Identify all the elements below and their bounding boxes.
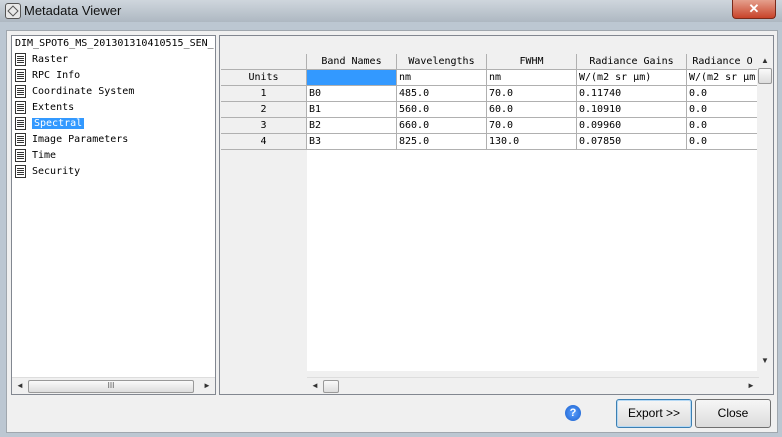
row-header[interactable]: 2 <box>221 102 307 118</box>
scroll-left-icon[interactable]: ◄ <box>15 381 25 391</box>
tree-item-raster[interactable]: Raster <box>12 52 215 68</box>
scroll-right-icon[interactable]: ► <box>746 381 756 391</box>
document-icon <box>15 116 26 130</box>
grid-corner <box>221 54 307 70</box>
row-header[interactable]: 1 <box>221 86 307 102</box>
tree-item-label: Security <box>32 166 81 177</box>
document-icon <box>15 52 26 66</box>
tree-item-label: Coordinate System <box>32 86 135 97</box>
table-cell[interactable]: 0.10910 <box>577 102 687 118</box>
table-cell[interactable]: 70.0 <box>487 86 577 102</box>
table-cell[interactable]: 0.07850 <box>577 134 687 150</box>
tree-item-time[interactable]: Time <box>12 148 215 164</box>
table-cell[interactable]: 0.09960 <box>577 118 687 134</box>
scroll-down-icon[interactable]: ▼ <box>760 356 770 366</box>
tree-item-security[interactable]: Security <box>12 164 215 180</box>
grid-vertical-scrollbar[interactable]: ▲ ▼ <box>757 54 773 372</box>
table-cell[interactable]: 60.0 <box>487 102 577 118</box>
app-icon <box>5 3 21 19</box>
tree-item-label: RPC Info <box>32 70 81 81</box>
document-icon <box>15 68 26 82</box>
tree-item-label: Time <box>32 150 57 161</box>
metadata-tree: DIM_SPOT6_MS_201301310410515_SEN_ Raster… <box>11 35 216 395</box>
tree-item-rpc-info[interactable]: RPC Info <box>12 68 215 84</box>
table-cell[interactable]: 660.0 <box>397 118 487 134</box>
table-cell[interactable]: 0.0 <box>687 134 759 150</box>
table-cell[interactable]: 70.0 <box>487 118 577 134</box>
scroll-right-icon[interactable]: ► <box>202 381 212 391</box>
tree-item-coordinate-system[interactable]: Coordinate System <box>12 84 215 100</box>
column-header[interactable]: Radiance O <box>687 54 759 70</box>
table-cell[interactable]: 485.0 <box>397 86 487 102</box>
tree-item-label: Extents <box>32 102 75 113</box>
horizontal-scroll-thumb[interactable] <box>323 380 339 393</box>
row-header-area <box>221 121 308 371</box>
window-title: Metadata Viewer <box>24 3 122 18</box>
row-header[interactable]: 4 <box>221 134 307 150</box>
table-cell[interactable]: 0.0 <box>687 118 759 134</box>
tree-item-spectral[interactable]: Spectral <box>12 116 215 132</box>
document-icon <box>15 164 26 178</box>
units-cell[interactable]: nm <box>397 70 487 86</box>
tree-item-image-parameters[interactable]: Image Parameters <box>12 132 215 148</box>
window-frame: DIM_SPOT6_MS_201301310410515_SEN_ Raster… <box>0 22 782 437</box>
units-cell[interactable]: W/(m2 sr μm <box>687 70 759 86</box>
title-bar: Metadata Viewer ✕ <box>0 0 782 23</box>
scroll-left-icon[interactable]: ◄ <box>310 381 320 391</box>
document-icon <box>15 100 26 114</box>
table-cell[interactable]: 0.11740 <box>577 86 687 102</box>
table-cell[interactable]: B0 <box>307 86 397 102</box>
close-button[interactable]: Close <box>695 399 771 428</box>
spectral-grid: Band Names Wavelengths FWHM Radiance Gains R… <box>219 35 774 395</box>
tree-item-label: Spectral <box>32 118 85 129</box>
units-cell[interactable]: W/(m2 sr μm) <box>577 70 687 86</box>
table-cell[interactable]: B2 <box>307 118 397 134</box>
column-header[interactable]: Band Names <box>307 54 397 70</box>
table-cell[interactable]: 825.0 <box>397 134 487 150</box>
document-icon <box>15 132 26 146</box>
document-icon <box>15 84 26 98</box>
table-cell[interactable]: 560.0 <box>397 102 487 118</box>
column-header[interactable]: Radiance Gains <box>577 54 687 70</box>
vertical-scroll-thumb[interactable] <box>758 68 772 84</box>
scroll-thumb[interactable]: III <box>28 380 194 393</box>
table-cell[interactable]: B3 <box>307 134 397 150</box>
table-cell[interactable]: 0.0 <box>687 102 759 118</box>
document-icon <box>15 148 26 162</box>
tree-item-label: Raster <box>32 54 69 65</box>
units-cell[interactable] <box>307 70 397 86</box>
units-row-header[interactable]: Units <box>221 70 307 86</box>
table-cell[interactable]: B1 <box>307 102 397 118</box>
units-cell[interactable]: nm <box>487 70 577 86</box>
export-button[interactable]: Export >> <box>616 399 692 428</box>
tree-root-item[interactable]: DIM_SPOT6_MS_201301310410515_SEN_ <box>12 36 215 52</box>
dialog-body: DIM_SPOT6_MS_201301310410515_SEN_ Raster… <box>6 30 778 433</box>
window-close-button[interactable]: ✕ <box>732 0 776 19</box>
help-icon[interactable]: ? <box>565 405 581 421</box>
tree-item-label: Image Parameters <box>32 134 129 145</box>
grid-empty-area <box>307 121 759 371</box>
column-header[interactable]: Wavelengths <box>397 54 487 70</box>
row-header[interactable]: 3 <box>221 118 307 134</box>
tree-horizontal-scrollbar[interactable]: ◄ III ► <box>12 377 215 394</box>
table-cell[interactable]: 130.0 <box>487 134 577 150</box>
column-header[interactable]: FWHM <box>487 54 577 70</box>
table-cell[interactable]: 0.0 <box>687 86 759 102</box>
scroll-up-icon[interactable]: ▲ <box>760 56 770 66</box>
tree-item-extents[interactable]: Extents <box>12 100 215 116</box>
grid-horizontal-scrollbar[interactable]: ◄ ► <box>307 377 759 394</box>
